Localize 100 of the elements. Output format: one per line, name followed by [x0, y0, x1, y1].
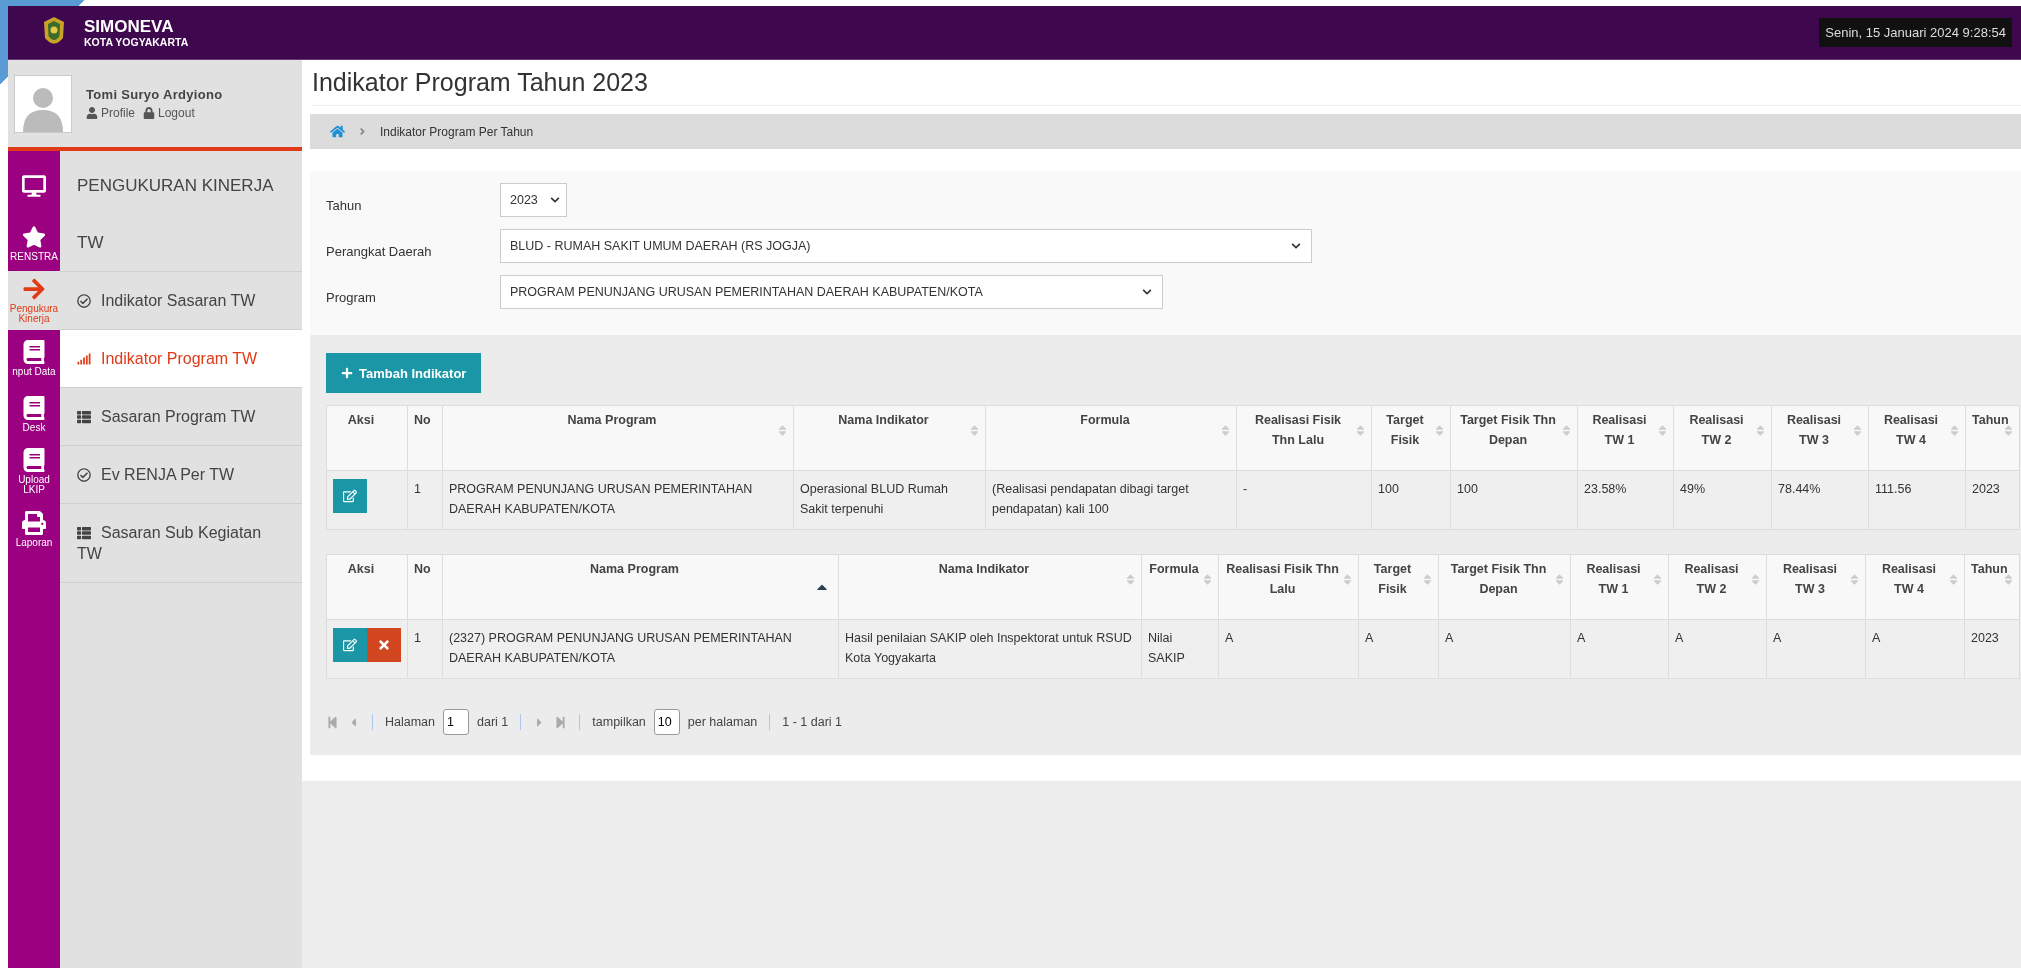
show-label: tampilkan [592, 715, 646, 729]
last-page-icon[interactable] [554, 715, 568, 729]
list-icon [77, 410, 91, 424]
plus-icon [341, 367, 353, 379]
column-header[interactable]: Target Fisik [1358, 554, 1439, 620]
breadcrumb-item[interactable]: Indikator Program Per Tahun [380, 124, 534, 139]
column-header[interactable]: Target Fisik Thn Depan [1438, 554, 1571, 620]
sort-icon[interactable] [1851, 424, 1864, 437]
table-cell: Operasional BLUD Rumah Sakit terpenuhi [793, 470, 986, 530]
column-header[interactable]: Aksi [326, 405, 408, 471]
select-field[interactable]: BLUD - RUMAH SAKIT UMUM DAERAH (RS JOGJA) [500, 229, 1312, 263]
column-header[interactable]: Realisasi TW 4 [1868, 405, 1966, 471]
sort-icon[interactable] [1553, 573, 1566, 586]
column-header[interactable]: Formula [1141, 554, 1219, 620]
table-cell: 78.44% [1771, 470, 1869, 530]
column-header[interactable]: Realisasi TW 3 [1771, 405, 1869, 471]
column-header[interactable]: Aksi [326, 554, 408, 620]
page-title: Indikator Program Tahun 2023 [312, 68, 2021, 106]
sort-icon[interactable] [1421, 573, 1434, 586]
column-header[interactable]: Realisasi TW 2 [1668, 554, 1767, 620]
user-link[interactable]: Profile [86, 106, 135, 120]
app-subtitle: KOTA YOGYAKARTA [84, 35, 189, 48]
select-field[interactable]: 2023 [500, 183, 567, 217]
filter-label: Program [326, 288, 377, 305]
sort-icon[interactable] [1354, 424, 1367, 437]
table-cell: 49% [1673, 470, 1772, 530]
sort-icon[interactable] [2002, 573, 2015, 586]
delete-button[interactable] [367, 628, 401, 662]
chevron-icon [357, 126, 368, 137]
sort-icon[interactable] [1560, 424, 1573, 437]
sort-icon[interactable] [1651, 573, 1664, 586]
sort-icon[interactable] [776, 424, 789, 437]
table-cell: A [1668, 619, 1767, 679]
star-icon [22, 224, 46, 249]
column-header[interactable]: Realisasi TW 1 [1570, 554, 1669, 620]
rail-item[interactable]: Upload LKIP [8, 442, 60, 501]
page-input[interactable]: 1 [443, 709, 470, 735]
sort-icon[interactable] [1124, 573, 1137, 586]
column-header[interactable]: Realisasi TW 4 [1865, 554, 1965, 620]
lock-icon [143, 107, 155, 119]
first-page-icon[interactable] [326, 715, 339, 729]
column-header[interactable]: Realisasi TW 1 [1577, 405, 1674, 471]
column-header[interactable]: Tahun [1964, 554, 2020, 620]
table-cell: 1 [407, 470, 443, 530]
table-cell: 23.58% [1577, 470, 1674, 530]
rail-item[interactable]: RENSTRA [8, 215, 60, 271]
sort-icon[interactable] [1341, 573, 1354, 586]
per-page-label: per halaman [687, 715, 758, 729]
printer-icon [22, 510, 46, 535]
sort-icon[interactable] [968, 424, 981, 437]
table-cell: (2327) PROGRAM PENUNJANG URUSAN PEMERINTAHAN DAERAH KABUPATEN/KOTA [442, 619, 839, 679]
select-field[interactable]: PROGRAM PENUNJANG URUSAN PEMERINTAHAN DAERAH KABUPATEN/KOTA [500, 275, 1163, 309]
avatar-icon [14, 74, 72, 133]
per-page-input[interactable]: 10 [653, 709, 680, 735]
column-header[interactable]: Formula [985, 405, 1237, 471]
sort-icon[interactable] [1749, 573, 1762, 586]
user-name: Tomi Suryo Ardyiono [86, 87, 223, 102]
column-header[interactable]: No [407, 554, 443, 620]
column-header[interactable]: Nama Program [442, 405, 794, 471]
list-icon [77, 526, 91, 540]
column-header[interactable]: Tahun [1965, 405, 2020, 471]
rail-item[interactable]: Laporan [8, 501, 60, 557]
table-cell: A [1218, 619, 1359, 679]
add-indicator-button[interactable]: Tambah Indikator [326, 353, 482, 393]
column-header[interactable]: Nama Indikator [793, 405, 986, 471]
sort-icon[interactable] [1948, 424, 1961, 437]
sort-icon[interactable] [1947, 573, 1960, 586]
edit-button[interactable] [333, 628, 367, 662]
sort-icon[interactable] [2002, 424, 2015, 437]
column-header[interactable]: Realisasi TW 2 [1673, 405, 1772, 471]
column-header[interactable]: Realisasi TW 3 [1766, 554, 1866, 620]
sort-icon[interactable] [1656, 424, 1669, 437]
table-cell: A [1438, 619, 1571, 679]
column-header[interactable]: No [407, 405, 443, 471]
page-label: Halaman [385, 715, 436, 729]
menu-item[interactable]: Indikator Program TW [60, 330, 302, 388]
rail-item[interactable]: Desk [8, 386, 60, 442]
user-link[interactable]: Logout [143, 106, 195, 120]
record-summary: 1 - 1 dari 1 [782, 715, 843, 729]
close-icon [377, 638, 391, 652]
monitor-icon [22, 173, 46, 198]
table-cell: A [1358, 619, 1439, 679]
table-cell: A [1570, 619, 1669, 679]
sort-icon[interactable] [1754, 424, 1767, 437]
edit-button[interactable] [333, 479, 367, 513]
table-cell: - [1236, 470, 1372, 530]
sort-icon[interactable] [1848, 573, 1861, 586]
column-header[interactable]: Target Fisik [1371, 405, 1451, 471]
sort-icon[interactable] [1433, 424, 1446, 437]
column-header[interactable]: Realisasi Fisik Thn Lalu [1236, 405, 1372, 471]
home-icon[interactable] [330, 124, 345, 139]
column-header[interactable]: Nama Indikator [838, 554, 1142, 620]
table-cell: 1 [407, 619, 443, 679]
sort-icon[interactable] [1201, 573, 1214, 586]
column-header[interactable]: Realisasi Fisik Thn Lalu [1218, 554, 1359, 620]
rail-item[interactable]: nput Data [8, 330, 60, 386]
chevron-down-icon [1291, 241, 1301, 251]
column-header[interactable]: Nama Program [442, 554, 839, 620]
column-header[interactable]: Target Fisik Thn Depan [1450, 405, 1578, 471]
sort-icon[interactable] [1219, 424, 1232, 437]
